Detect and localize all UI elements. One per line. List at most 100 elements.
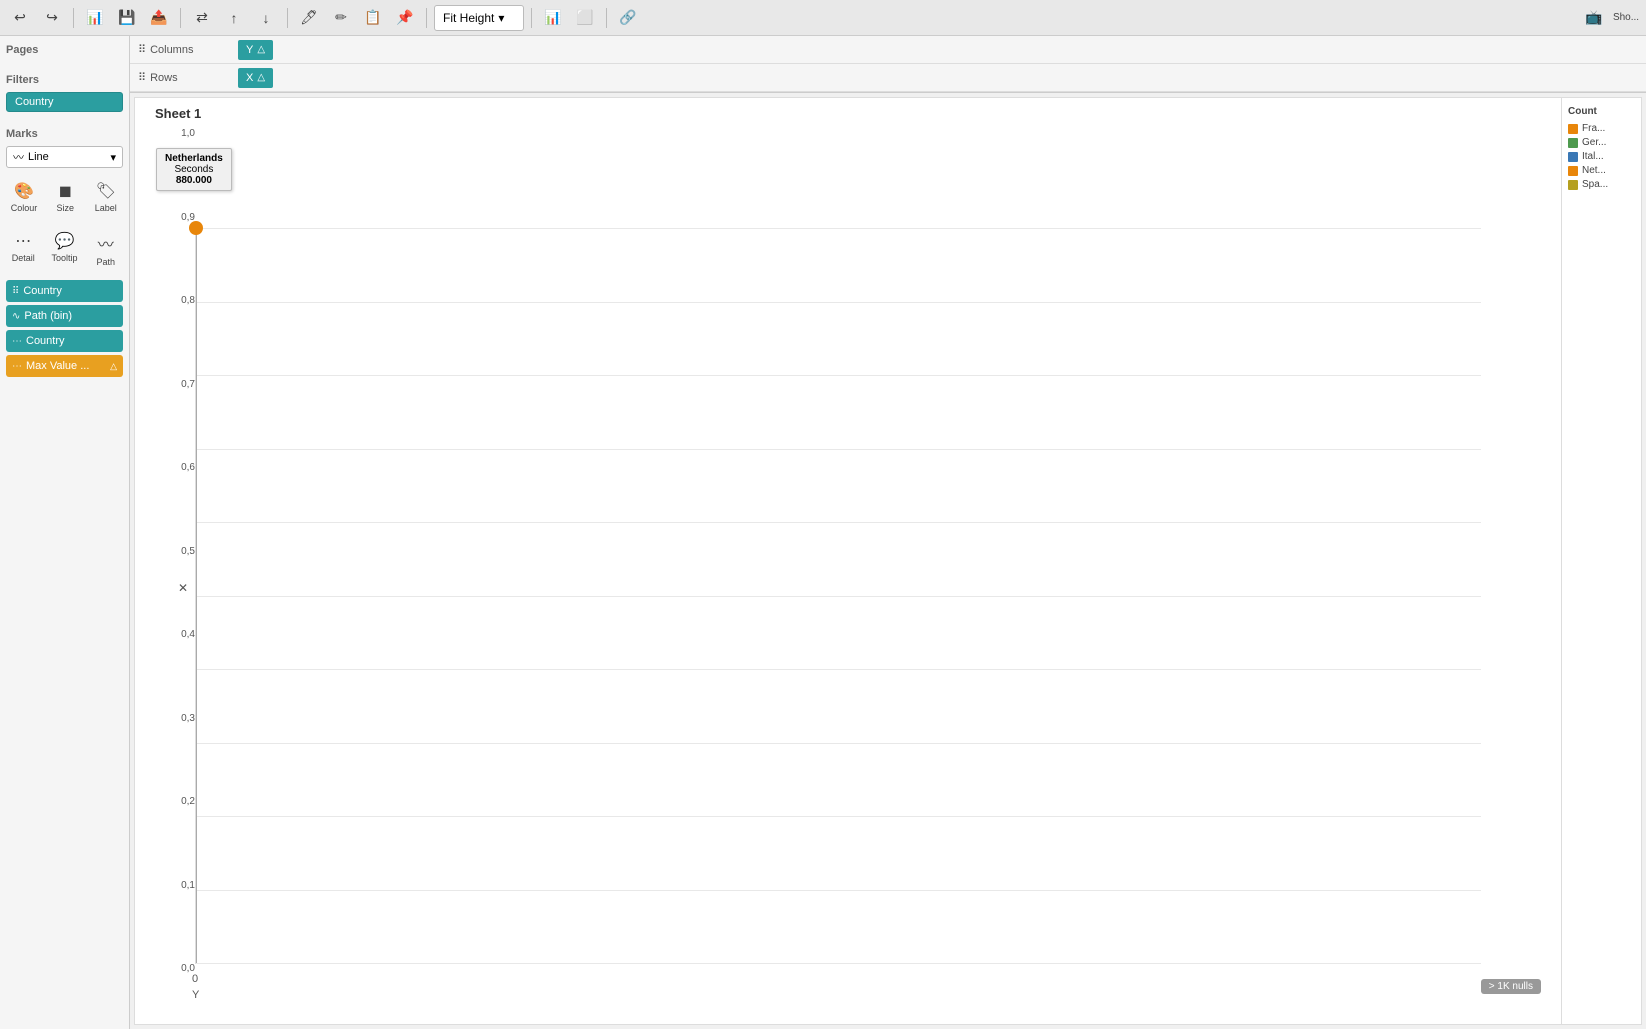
chart-container: 1,0 0,9 0,8 0,7 0,6 0,5 0,4 0,3 0,2 0,1 … — [135, 98, 1561, 1024]
left-panel: Pages Filters Country Marks 〰 Line ▾ 🎨 C… — [0, 36, 130, 1029]
toolbar-sep-5 — [531, 8, 532, 28]
legend-panel: Count Fra... Ger... Ital... Net... — [1561, 98, 1641, 1024]
filter-country[interactable]: Country — [6, 92, 123, 112]
marks-field-max-value[interactable]: ⋯ Max Value ... △ — [6, 355, 123, 377]
legend-label-fra: Fra... — [1582, 123, 1605, 134]
annotate-button[interactable]: ✏ — [327, 5, 355, 31]
toolbar-sep-3 — [287, 8, 288, 28]
legend-color-ger — [1568, 138, 1578, 148]
path-bin-icon: ∿ — [12, 311, 20, 322]
marks-field-path-bin[interactable]: ∿ Path (bin) — [6, 305, 123, 327]
export-button[interactable]: 📤 — [145, 5, 173, 31]
tooltip-button[interactable]: 💬 Tooltip — [47, 226, 83, 272]
content-area: ⠿ Columns Y △ ⠿ Rows X △ — [130, 36, 1646, 1029]
detail-icon: ⋯ — [15, 231, 31, 251]
marks-section: Marks 〰 Line ▾ 🎨 Colour ◼ Size 🏷 Label — [6, 128, 123, 380]
grid-line-07 — [196, 449, 1481, 450]
colour-button[interactable]: 🎨 Colour — [6, 176, 42, 218]
pin-button[interactable]: 📌 — [391, 5, 419, 31]
undo-button[interactable]: ↩ — [6, 5, 34, 31]
sort-desc-button[interactable]: ↓ — [252, 5, 280, 31]
shelf-area: ⠿ Columns Y △ ⠿ Rows X △ — [130, 36, 1646, 93]
marks-field-country-1[interactable]: ⠿ Country — [6, 280, 123, 302]
null-badge[interactable]: > 1K nulls — [1481, 979, 1541, 994]
legend-color-spa — [1568, 180, 1578, 190]
legend-item-fra: Fra... — [1568, 123, 1635, 134]
legend-label-ita: Ital... — [1582, 151, 1604, 162]
toolbar-sep-6 — [606, 8, 607, 28]
toolbar-sep-4 — [426, 8, 427, 28]
legend-item-ger: Ger... — [1568, 137, 1635, 148]
toolbar-sep-2 — [180, 8, 181, 28]
grid-line-09 — [196, 302, 1481, 303]
y-axis: 1,0 0,9 0,8 0,7 0,6 0,5 0,4 0,3 0,2 0,1 … — [145, 128, 195, 974]
grid-line-03 — [196, 743, 1481, 744]
colour-icon: 🎨 — [14, 181, 34, 201]
grid-line-10 — [196, 228, 1481, 229]
legend-color-ita — [1568, 152, 1578, 162]
grid-line-01 — [196, 890, 1481, 891]
marks-type-dropdown[interactable]: 〰 Line ▾ — [6, 146, 123, 168]
legend-item-net: Net... — [1568, 165, 1635, 176]
chart-plot: ✕ Netherlands Seconds 880.000 0 Y — [195, 228, 1481, 964]
new-datasource-button[interactable]: 📊 — [81, 5, 109, 31]
rows-delta-icon: △ — [257, 72, 265, 83]
legend-label-net: Net... — [1582, 165, 1606, 176]
size-button[interactable]: ◼ Size — [48, 176, 83, 218]
x-axis-marker: ✕ — [178, 581, 188, 595]
legend-item-ita: Ital... — [1568, 151, 1635, 162]
pages-section: Pages — [6, 44, 123, 62]
legend-color-fra — [1568, 124, 1578, 134]
marks-field-country-2[interactable]: ⋯ Country — [6, 330, 123, 352]
main-area: Pages Filters Country Marks 〰 Line ▾ 🎨 C… — [0, 36, 1646, 1029]
grid-line-05 — [196, 596, 1481, 597]
columns-grid-icon: ⠿ — [138, 43, 146, 56]
dot-grid-icon: ⠿ — [12, 286, 19, 297]
x-axis-label-y: Y — [192, 989, 199, 1001]
sort-asc-button[interactable]: ↑ — [220, 5, 248, 31]
x-axis-tick-0: 0 — [192, 973, 198, 985]
columns-delta-icon: △ — [257, 44, 265, 55]
redo-button[interactable]: ↪ — [38, 5, 66, 31]
legend-color-net — [1568, 166, 1578, 176]
detail-button[interactable]: ⋯ Detail — [6, 226, 41, 272]
size-icon: ◼ — [59, 181, 72, 201]
fit-height-label: Fit Height — [443, 11, 494, 25]
label-button[interactable]: 🏷 Label — [89, 176, 124, 218]
line-icon: 〰 — [13, 149, 24, 165]
label-icon: 🏷 — [96, 181, 116, 201]
pages-title: Pages — [6, 44, 123, 56]
legend-label-spa: Spa... — [1582, 179, 1608, 190]
columns-label: ⠿ Columns — [134, 43, 234, 56]
filters-title: Filters — [6, 74, 123, 86]
bar-chart-button[interactable]: 📊 — [539, 5, 567, 31]
detail-2-icon: ⋯ — [12, 336, 22, 347]
data-point-netherlands[interactable] — [189, 221, 203, 235]
path-button[interactable]: 〰 Path — [89, 226, 124, 272]
sheet-area: Sheet 1 1,0 0,9 0,8 0,7 0,6 0,5 0,4 0,3 … — [134, 97, 1642, 1025]
filters-section: Filters Country — [6, 74, 123, 116]
grid-line-06 — [196, 522, 1481, 523]
tooltip-icon: 💬 — [55, 231, 75, 251]
grid-line-02 — [196, 816, 1481, 817]
marks-dropdown-chevron: ▾ — [110, 151, 116, 164]
tooltip-button[interactable]: 📋 — [359, 5, 387, 31]
share-button[interactable]: 🔗 — [614, 5, 642, 31]
marks-title: Marks — [6, 128, 123, 140]
swap-button[interactable]: ⇄ — [188, 5, 216, 31]
show-button[interactable]: Sho... — [1612, 5, 1640, 31]
save-button[interactable]: 💾 — [113, 5, 141, 31]
marks-type-label: Line — [28, 151, 49, 163]
view-button[interactable]: ⬜ — [571, 5, 599, 31]
rows-shelf: ⠿ Rows X △ — [130, 64, 1646, 92]
grid-line-00 — [196, 963, 1481, 964]
columns-shelf: ⠿ Columns Y △ — [130, 36, 1646, 64]
rows-pill-x[interactable]: X △ — [238, 68, 273, 88]
present-button[interactable]: 📺 — [1580, 5, 1608, 31]
detail-3-icon: ⋯ — [12, 361, 22, 372]
marks-icons-row-1: 🎨 Colour ◼ Size 🏷 Label — [6, 176, 123, 218]
highlight-button[interactable]: 🖊 — [295, 5, 323, 31]
fit-height-dropdown[interactable]: Fit Height ▾ — [434, 5, 524, 31]
fit-height-chevron-icon: ▾ — [498, 11, 504, 25]
columns-pill-y[interactable]: Y △ — [238, 40, 273, 60]
